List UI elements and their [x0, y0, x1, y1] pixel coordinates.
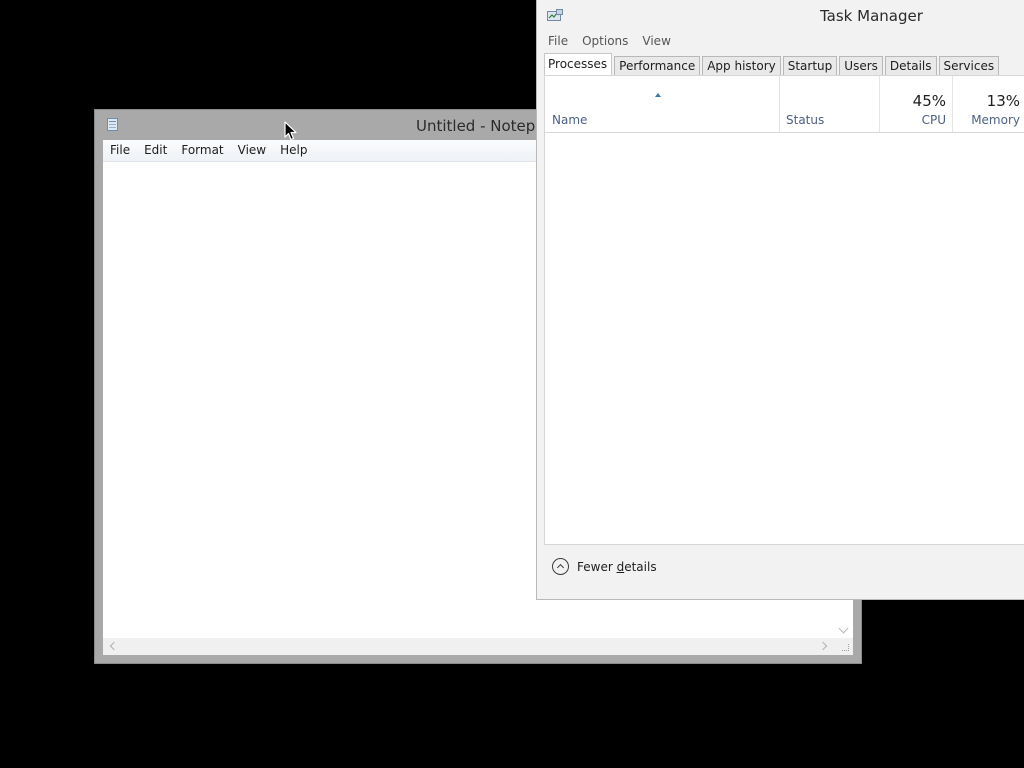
process-list-panel[interactable]: Name Status 45% CPU 13% Memory [544, 75, 1024, 544]
sort-ascending-icon [655, 93, 661, 97]
fewer-details-prefix: Fewer [577, 559, 617, 574]
task-manager-menu-options[interactable]: Options [575, 31, 635, 52]
column-memory-label: Memory [971, 113, 1020, 127]
column-header-memory[interactable]: 13% Memory [952, 76, 1024, 132]
task-manager-titlebar[interactable]: Task Manager [537, 0, 1024, 30]
notepad-menu-help[interactable]: Help [273, 140, 314, 161]
task-manager-footer: Fewer details [544, 544, 1024, 592]
tab-services[interactable]: Services [938, 56, 1000, 75]
tab-processes[interactable]: Processes [544, 53, 613, 75]
notepad-title: Untitled - Notepad [416, 117, 555, 135]
tab-startup[interactable]: Startup [782, 56, 838, 75]
tab-details[interactable]: Details [884, 56, 937, 75]
notepad-menu-format[interactable]: Format [174, 140, 230, 161]
task-manager-menu-file[interactable]: File [541, 31, 575, 52]
tab-performance[interactable]: Performance [614, 56, 701, 75]
notepad-menu-file[interactable]: File [103, 140, 137, 161]
column-header-name[interactable]: Name [545, 76, 779, 132]
fewer-details-button[interactable]: Fewer details [552, 558, 657, 575]
scroll-right-arrow-icon[interactable] [818, 641, 828, 651]
column-header-cpu[interactable]: 45% CPU [879, 76, 952, 132]
task-manager-window[interactable]: Task Manager File Options View Processes… [536, 0, 1024, 600]
task-manager-menu-view[interactable]: View [635, 31, 677, 52]
task-manager-title: Task Manager [820, 7, 923, 25]
tab-users[interactable]: Users [839, 56, 883, 75]
scroll-down-arrow-icon[interactable] [838, 623, 849, 634]
column-status-label: Status [786, 113, 825, 127]
cpu-usage-value: 45% [912, 92, 946, 110]
column-cpu-label: CPU [921, 113, 946, 127]
scroll-left-arrow-icon[interactable] [109, 641, 119, 651]
tab-app-history[interactable]: App history [702, 56, 781, 75]
column-header-status[interactable]: Status [779, 76, 879, 132]
column-name-label: Name [552, 113, 588, 127]
task-manager-icon[interactable] [547, 9, 563, 22]
notepad-horizontal-scrollbar[interactable] [103, 638, 836, 655]
mouse-pointer-icon [284, 121, 297, 141]
notepad-icon[interactable] [107, 118, 118, 131]
resize-grip-icon[interactable] [836, 638, 853, 655]
collapse-up-icon[interactable] [552, 558, 569, 575]
notepad-menu-view[interactable]: View [231, 140, 273, 161]
fewer-details-label[interactable]: Fewer details [577, 560, 657, 574]
desktop-background: Untitled - Notepad File Edit Format View… [0, 0, 1024, 768]
task-manager-tabs: Processes Performance App history Startu… [544, 53, 1001, 75]
notepad-menu-edit[interactable]: Edit [137, 140, 174, 161]
memory-usage-value: 13% [986, 92, 1020, 110]
process-list-header: Name Status 45% CPU 13% Memory [545, 76, 1024, 133]
fewer-details-suffix: etails [624, 559, 657, 574]
task-manager-menubar: File Options View [541, 31, 678, 51]
